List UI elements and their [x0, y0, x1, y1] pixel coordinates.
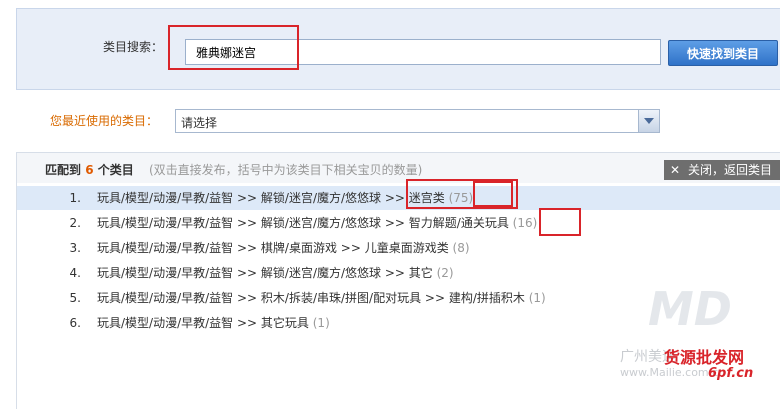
close-return-button[interactable]: ✕ 关闭，返回类目	[664, 160, 780, 180]
result-item-2[interactable]: 2. 玩具/模型/动漫/早教/益智 >> 解锁/迷宫/魔方/悠悠球 >> 智力解…	[17, 211, 780, 235]
result-path: 玩具/模型/动漫/早教/益智 >> 解锁/迷宫/魔方/悠悠球 >> 迷宫类	[97, 191, 445, 205]
result-count: (1)	[312, 316, 330, 330]
result-item-5[interactable]: 5. 玩具/模型/动漫/早教/益智 >> 积木/拆装/串珠/拼图/配对玩具 >>…	[17, 286, 780, 310]
result-count: (2)	[436, 266, 454, 280]
recent-categories-label: 您最近使用的类目：	[50, 114, 159, 128]
result-count: (16)	[512, 216, 538, 230]
results-count: 6	[85, 163, 94, 177]
result-item-3[interactable]: 3. 玩具/模型/动漫/早教/益智 >> 棋牌/桌面游戏 >> 儿童桌面游戏类 …	[17, 236, 780, 260]
result-item-1[interactable]: 1. 玩具/模型/动漫/早教/益智 >> 解锁/迷宫/魔方/悠悠球 >> 迷宫类…	[17, 186, 780, 210]
search-panel: 类目搜索： 快速找到类目	[16, 8, 780, 90]
recent-categories-selected: 请选择	[181, 116, 218, 130]
result-count: (75)	[448, 191, 474, 205]
results-panel: 匹配到 6 个类目 (双击直接发布，括号中为该类目下相关宝贝的数量) ✕ 关闭，…	[16, 152, 780, 409]
category-search-input[interactable]	[185, 39, 661, 65]
result-path: 玩具/模型/动漫/早教/益智 >> 解锁/迷宫/魔方/悠悠球 >> 其它	[97, 266, 433, 280]
result-count: (8)	[452, 241, 470, 255]
result-path: 玩具/模型/动漫/早教/益智 >> 棋牌/桌面游戏 >> 儿童桌面游戏类	[97, 241, 449, 255]
result-item-4[interactable]: 4. 玩具/模型/动漫/早教/益智 >> 解锁/迷宫/魔方/悠悠球 >> 其它 …	[17, 261, 780, 285]
result-item-6[interactable]: 6. 玩具/模型/动漫/早教/益智 >> 其它玩具 (1)	[17, 311, 780, 335]
results-header: 匹配到 6 个类目 (双击直接发布，括号中为该类目下相关宝贝的数量) ✕ 关闭，…	[17, 153, 780, 183]
results-hint: (双击直接发布，括号中为该类目下相关宝贝的数量)	[149, 163, 423, 177]
result-path: 玩具/模型/动漫/早教/益智 >> 解锁/迷宫/魔方/悠悠球 >> 智力解题/通…	[97, 216, 509, 230]
close-icon: ✕	[670, 163, 681, 177]
result-count: (1)	[528, 291, 546, 305]
category-search-label: 类目搜索：	[103, 40, 164, 54]
result-path: 玩具/模型/动漫/早教/益智 >> 积木/拆装/串珠/拼图/配对玩具 >> 建构…	[97, 291, 525, 305]
results-title: 匹配到 6 个类目	[45, 163, 134, 177]
dropdown-arrow-icon[interactable]	[638, 110, 659, 132]
quick-find-category-button[interactable]: 快速找到类目	[668, 40, 778, 66]
result-path: 玩具/模型/动漫/早教/益智 >> 其它玩具	[97, 316, 309, 330]
recent-categories-select[interactable]: 请选择	[175, 109, 660, 133]
